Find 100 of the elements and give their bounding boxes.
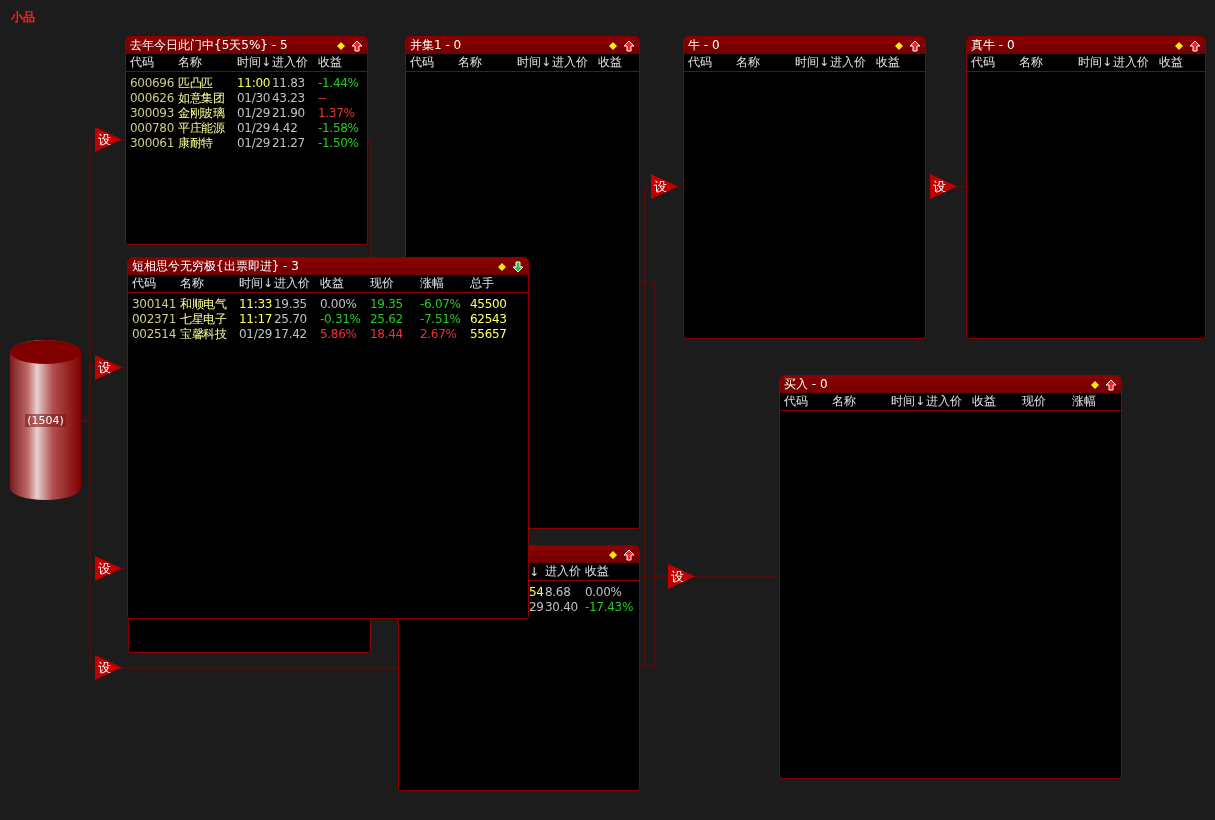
column-header[interactable]: 名称 — [458, 54, 517, 71]
column-header[interactable]: 代码 — [132, 275, 180, 292]
table-cell: 0.00% — [320, 298, 357, 311]
table-cell: 19.35 — [370, 298, 403, 311]
column-header[interactable]: 进入价 — [830, 54, 876, 71]
window-title: 并集1 - 0 — [410, 37, 463, 54]
column-header[interactable]: 代码 — [688, 54, 736, 71]
column-header[interactable]: 代码 — [130, 54, 178, 71]
column-header[interactable]: 名称 — [832, 393, 891, 410]
column-header[interactable]: 收益 — [585, 563, 639, 580]
diamond-icon — [895, 41, 903, 50]
column-header[interactable]: 进入价 — [926, 393, 972, 410]
table-cell: 300061 — [130, 137, 174, 150]
table-cell: 5.86% — [320, 328, 357, 341]
setup-button[interactable]: 设 — [95, 355, 122, 380]
table-cell: 62543 — [470, 313, 507, 326]
table-cell: 300141 — [132, 298, 176, 311]
table-cell: 11:33 — [239, 298, 273, 311]
table-cell: 0.00% — [585, 586, 622, 599]
connector-line — [120, 367, 128, 369]
table-cell: 45500 — [470, 298, 507, 311]
table-cell: 17.42 — [274, 328, 307, 341]
column-header[interactable]: 代码 — [410, 54, 458, 71]
up-arrow-icon[interactable] — [623, 548, 635, 561]
connector-line — [676, 186, 684, 188]
table-cell: 000780 — [130, 122, 174, 135]
setup-button[interactable]: 设 — [95, 556, 122, 581]
table-cell: 01/29 — [239, 328, 273, 341]
table-cell: 金刚玻璃 — [178, 107, 225, 120]
column-header[interactable]: 时间↓ — [1078, 54, 1113, 71]
table-cell: -1.50% — [318, 137, 359, 150]
window-title: 去年今日此门中{5天5%} - 5 — [130, 37, 289, 54]
column-header[interactable]: 收益 — [876, 54, 925, 71]
column-header[interactable]: 进入价 — [272, 54, 318, 71]
diamond-icon — [609, 550, 617, 559]
table-cell: 01/29 — [237, 107, 271, 120]
table-cell: 600696 — [130, 77, 174, 90]
column-header[interactable]: 现价 — [1022, 393, 1072, 410]
table-cell: 000626 — [130, 92, 174, 105]
up-arrow-icon[interactable] — [909, 39, 921, 52]
table-cell: 54 — [529, 586, 544, 599]
column-header[interactable]: 时间↓ — [239, 275, 274, 292]
column-header[interactable]: 名称 — [178, 54, 237, 71]
column-header[interactable]: 收益 — [972, 393, 1022, 410]
column-header[interactable]: 名称 — [1019, 54, 1078, 71]
column-header[interactable]: 涨幅 — [420, 275, 470, 292]
table-cell: 七星电子 — [180, 313, 227, 326]
down-arrow-icon[interactable] — [512, 260, 524, 273]
column-header[interactable]: 现价 — [370, 275, 420, 292]
column-header[interactable]: 名称 — [180, 275, 239, 292]
table-cell: -6.07% — [420, 298, 461, 311]
column-header[interactable]: 收益 — [598, 54, 639, 71]
column-header[interactable]: 进入价 — [552, 54, 598, 71]
table-cell: 01/29 — [237, 137, 271, 150]
column-header[interactable]: 进入价 — [545, 563, 585, 580]
column-header[interactable]: 代码 — [784, 393, 832, 410]
column-header[interactable]: 收益 — [1159, 54, 1205, 71]
setup-button[interactable]: 设 — [668, 564, 695, 589]
column-header[interactable]: 时间↓ — [237, 54, 272, 71]
table-cell: 300093 — [130, 107, 174, 120]
table-cell: 11:17 — [239, 313, 273, 326]
setup-button[interactable]: 设 — [651, 174, 678, 199]
column-header[interactable]: 收益 — [318, 54, 367, 71]
table-cell: 11.83 — [272, 77, 305, 90]
column-header[interactable]: 名称 — [736, 54, 795, 71]
column-header[interactable]: 时间↓ — [795, 54, 830, 71]
window-title: 短相思兮无穷极{出票即进} - 3 — [132, 258, 300, 275]
table-cell: -- — [318, 92, 327, 105]
column-header[interactable]: 时间↓ — [517, 54, 552, 71]
diamond-icon — [1091, 380, 1099, 389]
column-header[interactable]: 总手 — [470, 275, 520, 292]
setup-button[interactable]: 设 — [95, 655, 122, 680]
table-cell: 11:00 — [237, 77, 271, 90]
column-header[interactable]: 进入价 — [1113, 54, 1159, 71]
column-header[interactable]: 涨幅 — [1072, 393, 1121, 410]
setup-button[interactable]: 设 — [95, 127, 122, 152]
table-cell: 平庄能源 — [178, 122, 225, 135]
table-cell: 21.27 — [272, 137, 305, 150]
table-cell: -17.43% — [585, 601, 633, 614]
diamond-icon — [498, 262, 506, 271]
up-arrow-icon[interactable] — [1189, 39, 1201, 52]
column-header[interactable]: 时间↓ — [891, 393, 926, 410]
table-cell: -7.51% — [420, 313, 461, 326]
table-cell: 如意集团 — [178, 92, 225, 105]
table-cell: 21.90 — [272, 107, 305, 120]
column-header[interactable]: ↓ — [529, 564, 545, 579]
connector-line — [120, 139, 126, 141]
up-arrow-icon[interactable] — [1105, 378, 1117, 391]
table-cell: 002371 — [132, 313, 176, 326]
column-header[interactable]: 进入价 — [274, 275, 320, 292]
diamond-icon — [609, 41, 617, 50]
column-header[interactable]: 收益 — [320, 275, 370, 292]
table-cell: 宝馨科技 — [180, 328, 227, 341]
table-cell: 2.67% — [420, 328, 457, 341]
up-arrow-icon[interactable] — [351, 39, 363, 52]
setup-button[interactable]: 设 — [930, 174, 957, 199]
column-header[interactable]: 代码 — [971, 54, 1019, 71]
table-cell: 01/30 — [237, 92, 271, 105]
cylinder-top — [10, 340, 81, 364]
up-arrow-icon[interactable] — [623, 39, 635, 52]
